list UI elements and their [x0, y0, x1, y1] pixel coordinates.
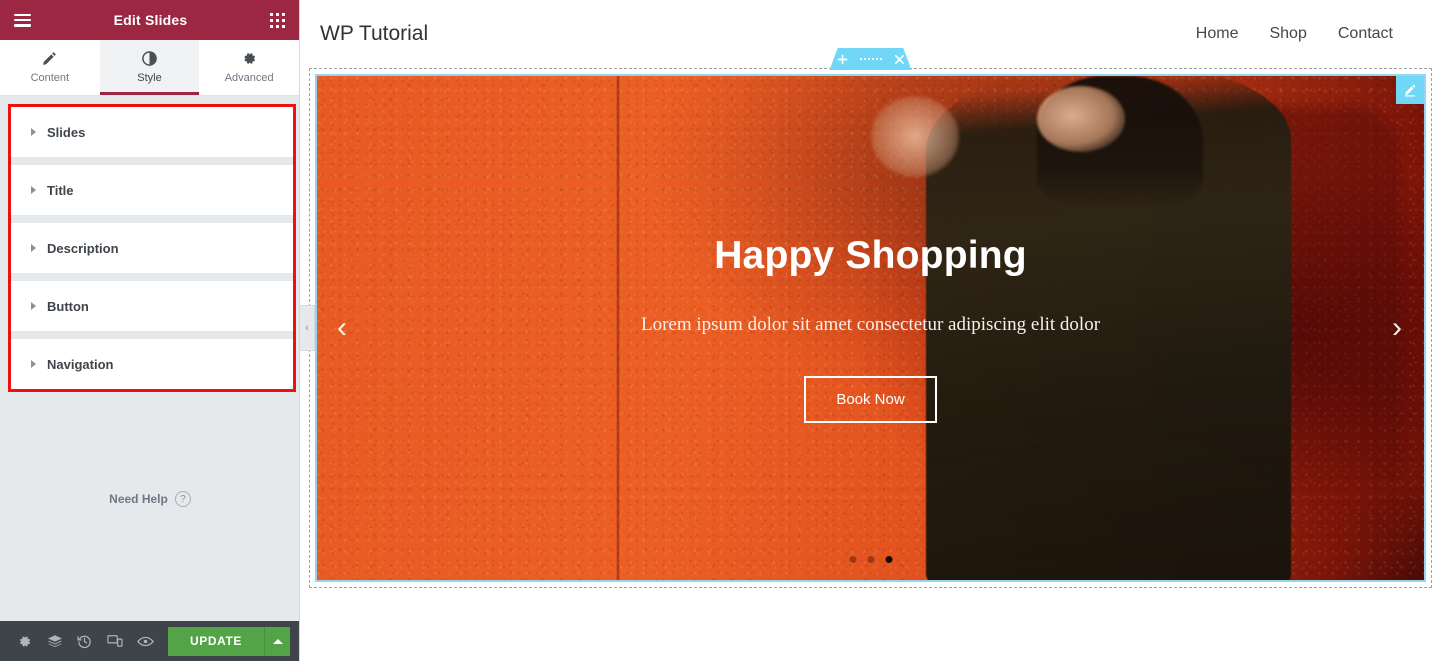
- settings-gear-icon[interactable]: [9, 621, 39, 661]
- accordion-item-button[interactable]: Button: [11, 281, 293, 331]
- hero-slide: Happy Shopping Lorem ipsum dolor sit ame…: [317, 76, 1424, 580]
- panel-tabs: Content Style Advanced: [0, 40, 299, 96]
- hero-description: Lorem ipsum dolor sit amet consectetur a…: [640, 313, 1101, 335]
- slider-prev-arrow[interactable]: ‹: [337, 313, 347, 343]
- accordion-separator: [11, 331, 293, 339]
- accordion-label: Navigation: [47, 356, 114, 372]
- slider-dot-3[interactable]: [885, 556, 892, 563]
- hero-content: Happy Shopping Lorem ipsum dolor sit ame…: [317, 76, 1424, 580]
- hero-title: Happy Shopping: [714, 233, 1027, 277]
- responsive-mode-icon[interactable]: [100, 621, 130, 661]
- site-title[interactable]: WP Tutorial: [320, 22, 428, 46]
- close-x-icon[interactable]: [894, 54, 905, 65]
- accordion-separator: [11, 273, 293, 281]
- accordion-label: Description: [47, 240, 119, 256]
- preview-eye-icon[interactable]: [131, 621, 161, 661]
- tab-style[interactable]: Style: [99, 40, 200, 95]
- page-preview: WP Tutorial Home Shop Contact Happy Shop…: [301, 0, 1440, 661]
- accordion-separator: [11, 215, 293, 223]
- accordion-item-title[interactable]: Title: [11, 165, 293, 215]
- accordion-label: Slides: [47, 124, 86, 140]
- need-help-label: Need Help: [109, 492, 168, 506]
- panel-header: Edit Slides: [0, 0, 299, 40]
- tab-content[interactable]: Content: [0, 40, 100, 95]
- nav-item-shop[interactable]: Shop: [1269, 25, 1306, 43]
- panel-body: Slides Title Description Button Navigati…: [0, 96, 299, 621]
- slider-dot-1[interactable]: [849, 556, 856, 563]
- update-button[interactable]: UPDATE: [167, 626, 264, 656]
- update-options-caret[interactable]: [264, 626, 290, 656]
- panel-title: Edit Slides: [113, 12, 188, 28]
- slider-dot-2[interactable]: [867, 556, 874, 563]
- tab-advanced[interactable]: Advanced: [199, 40, 299, 95]
- chevron-right-icon: [31, 244, 36, 252]
- accordion-label: Title: [47, 182, 74, 198]
- need-help-link[interactable]: Need Help ?: [0, 491, 299, 507]
- chevron-right-icon: [31, 186, 36, 194]
- tab-style-label: Style: [137, 72, 162, 84]
- hamburger-icon[interactable]: [14, 13, 31, 27]
- update-button-group: UPDATE: [167, 626, 290, 656]
- pencil-edit-icon[interactable]: [1396, 76, 1424, 104]
- chevron-right-icon: [31, 360, 36, 368]
- nav-item-home[interactable]: Home: [1196, 25, 1239, 43]
- section-inner: Happy Shopping Lorem ipsum dolor sit ame…: [315, 74, 1426, 582]
- accordion-separator: [11, 157, 293, 165]
- caret-up-icon: [272, 638, 283, 644]
- slider-dots: [849, 556, 892, 563]
- site-nav: Home Shop Contact: [1196, 25, 1393, 43]
- plus-icon[interactable]: [837, 54, 848, 65]
- nav-item-contact[interactable]: Contact: [1338, 25, 1393, 43]
- section-toolbar: [829, 48, 912, 70]
- style-sections-accordion: Slides Title Description Button Navigati…: [8, 104, 296, 392]
- editor-panel: Edit Slides Content Style Advanced Slide…: [0, 0, 300, 661]
- panel-footer: UPDATE: [0, 621, 299, 661]
- question-circle-icon: ?: [174, 491, 191, 507]
- chevron-left-icon: ‹: [305, 322, 309, 334]
- accordion-item-slides[interactable]: Slides: [11, 107, 293, 157]
- half-circle-contrast-icon: [142, 51, 157, 66]
- accordion-label: Button: [47, 298, 89, 314]
- panel-collapse-handle[interactable]: ‹: [300, 305, 315, 351]
- accordion-item-navigation[interactable]: Navigation: [11, 339, 293, 389]
- grid-apps-icon[interactable]: [270, 12, 285, 28]
- pencil-icon: [42, 51, 57, 66]
- slider-next-arrow[interactable]: ›: [1392, 313, 1402, 343]
- chevron-right-icon: [31, 302, 36, 310]
- book-now-button[interactable]: Book Now: [804, 375, 937, 423]
- history-clock-icon[interactable]: [70, 621, 100, 661]
- tab-advanced-label: Advanced: [224, 72, 274, 84]
- layers-navigator-icon[interactable]: [39, 621, 69, 661]
- drag-handle-dots-icon[interactable]: [859, 58, 882, 60]
- accordion-item-description[interactable]: Description: [11, 223, 293, 273]
- chevron-right-icon: [31, 128, 36, 136]
- section-outline: Happy Shopping Lorem ipsum dolor sit ame…: [309, 48, 1432, 588]
- tab-content-label: Content: [30, 72, 70, 84]
- gear-icon: [242, 51, 257, 66]
- elementor-editor: Edit Slides Content Style Advanced Slide…: [0, 0, 1440, 661]
